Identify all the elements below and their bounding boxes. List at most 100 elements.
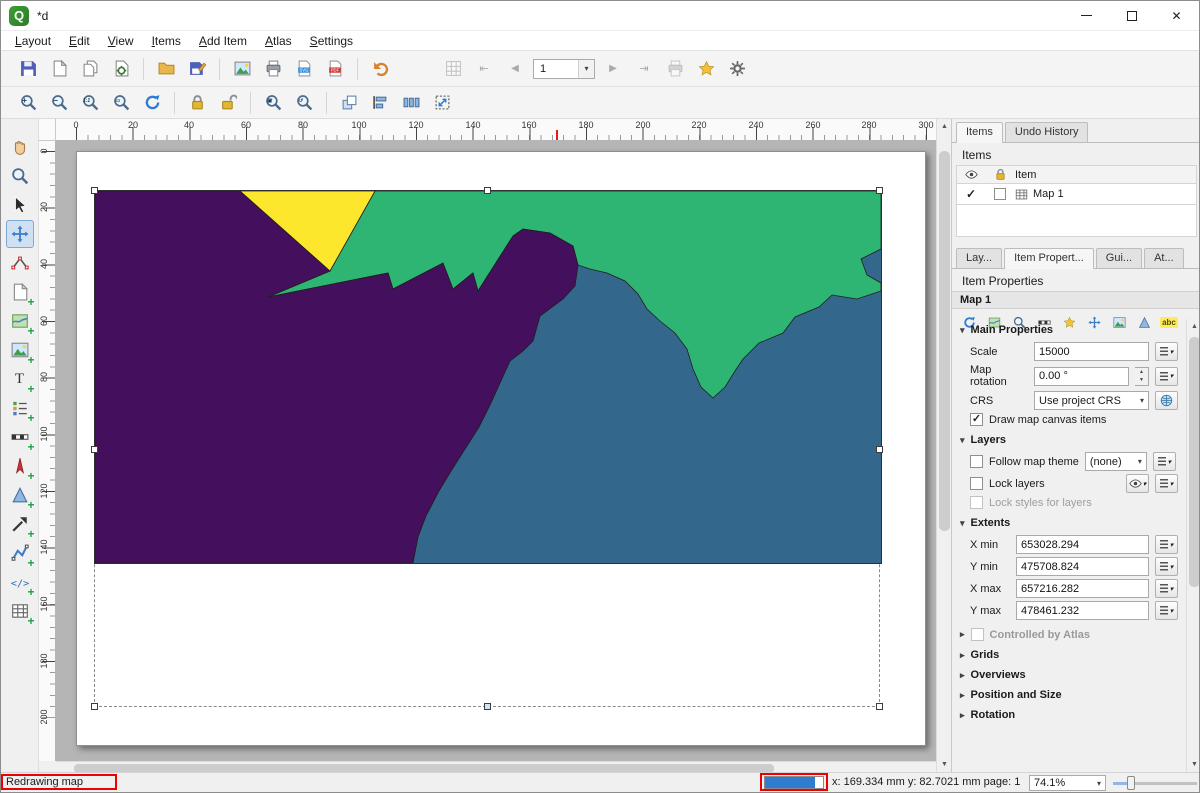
zoom-level-combobox[interactable]: 74.1% ▾ [1029,775,1106,791]
align-selected-items-icon[interactable] [367,90,393,116]
section-rotation[interactable]: ▸ Rotation [952,704,1186,724]
map-theme-select[interactable]: (none) ▾ [1085,452,1147,471]
lock-layers-checkbox[interactable] [970,477,983,490]
menu-add-item[interactable]: Add Item [191,32,255,50]
add-north-arrow-tool[interactable] [6,452,34,480]
zoom-last-icon[interactable]: ↺ [291,90,317,116]
scroll-thumb[interactable] [1189,337,1200,587]
add-map-tool[interactable] [6,307,34,335]
export-as-svg-icon[interactable] [291,56,317,82]
add-html-frame-tool[interactable] [6,568,34,596]
add-node-item-tool[interactable] [6,539,34,567]
lock-selected-items-icon[interactable] [184,90,210,116]
new-layout-icon[interactable] [46,56,72,82]
follow-map-theme-checkbox[interactable] [970,455,983,468]
canvas-vertical-scrollbar[interactable]: ▲ ▼ [936,119,951,772]
ymin-input[interactable] [1016,557,1149,576]
unlock-all-items-icon[interactable] [215,90,241,116]
print-layout-icon[interactable] [260,56,286,82]
lock-checkbox[interactable] [994,188,1006,200]
data-defined-override-button[interactable]: ▾ [1155,557,1178,576]
scale-input[interactable] [1034,342,1149,361]
section-controlled-by-atlas[interactable]: ▸ Controlled by Atlas [952,623,1186,644]
controlled-by-atlas-checkbox[interactable] [971,628,984,641]
last-feature-icon[interactable]: ⇥ [631,56,657,82]
add-scale-bar-tool[interactable] [6,423,34,451]
export-as-image-icon[interactable] [229,56,255,82]
map-item-label[interactable]: Map 1 [1033,188,1064,200]
scroll-down-icon[interactable]: ▼ [937,757,952,772]
locked-layers-eye-button[interactable]: ▾ [1126,474,1149,493]
scroll-up-icon[interactable]: ▲ [937,119,952,134]
scroll-down-icon[interactable]: ▼ [1187,757,1200,772]
zoom-slider-handle[interactable] [1127,776,1135,790]
draw-map-canvas-items-checkbox[interactable]: ✓ [970,413,983,426]
properties-scrollbar[interactable]: ▲ ▼ [1186,319,1200,772]
section-position-and-size[interactable]: ▸ Position and Size [952,684,1186,704]
tab-undo-history[interactable]: Undo History [1005,122,1089,142]
menu-edit[interactable]: Edit [61,32,98,50]
zoom-slider[interactable] [1113,782,1197,785]
add-shape-tool[interactable] [6,481,34,509]
chevron-down-icon[interactable]: ▾ [578,60,594,78]
menu-atlas[interactable]: Atlas [257,32,300,50]
layout-manager-icon[interactable] [108,56,134,82]
add-arrow-tool[interactable] [6,510,34,538]
next-feature-icon[interactable]: ▶ [600,56,626,82]
refresh-view-icon[interactable] [139,90,165,116]
section-overviews[interactable]: ▸ Overviews [952,664,1186,684]
scroll-up-icon[interactable]: ▲ [1187,319,1200,334]
resize-handle-s[interactable] [484,703,491,710]
zoom-full-icon[interactable]: ▭ [108,90,134,116]
resize-handle-ne[interactable] [876,187,883,194]
rotation-spinner[interactable]: ▲▼ [1135,367,1149,386]
add-page-tool[interactable] [6,278,34,306]
resize-handle-se[interactable] [876,703,883,710]
add-items-from-template-icon[interactable] [153,56,179,82]
data-defined-override-button[interactable]: ▾ [1153,452,1176,471]
save-project-icon[interactable] [15,56,41,82]
section-grids[interactable]: ▸ Grids [952,644,1186,664]
pan-layout-tool[interactable] [6,133,34,161]
resize-handle-nw[interactable] [91,187,98,194]
atlas-options-icon[interactable] [724,56,750,82]
raise-selected-items-icon[interactable] [336,90,362,116]
close-button[interactable]: ✕ [1154,1,1199,30]
data-defined-override-button[interactable]: ▾ [1155,474,1178,493]
atlas-page-spinner[interactable]: 1 ▾ [533,59,595,79]
tab-layers[interactable]: Lay... [956,248,1002,268]
resize-handle-e[interactable] [876,446,883,453]
tab-guides[interactable]: Gui... [1096,248,1142,268]
tab-items[interactable]: Items [956,122,1003,143]
scroll-thumb[interactable] [939,151,950,531]
previous-feature-icon[interactable]: ◀ [502,56,528,82]
layout-canvas[interactable] [56,141,936,761]
edit-nodes-item-tool[interactable] [6,249,34,277]
add-label-tool[interactable]: T [6,365,34,393]
maximize-button[interactable] [1109,1,1154,30]
data-defined-override-button[interactable]: ▾ [1155,579,1178,598]
section-extents[interactable]: ▾ Extents [952,512,1186,532]
resize-handle-sw[interactable] [91,703,98,710]
preview-atlas-icon[interactable] [440,56,466,82]
add-picture-tool[interactable] [6,336,34,364]
menu-layout[interactable]: Layout [7,32,59,50]
tab-atlas[interactable]: At... [1144,248,1184,268]
section-main-properties[interactable]: ▾ Main Properties [952,319,1186,339]
data-defined-override-button[interactable]: ▾ [1155,367,1178,386]
zoom-tool[interactable] [6,162,34,190]
resize-handle-n[interactable] [484,187,491,194]
data-defined-override-button[interactable]: ▾ [1155,342,1178,361]
xmin-input[interactable] [1016,535,1149,554]
data-defined-override-button[interactable]: ▾ [1155,535,1178,554]
add-legend-tool[interactable] [6,394,34,422]
crs-select[interactable]: Use project CRS ▾ [1034,391,1149,410]
undo-icon[interactable] [367,56,393,82]
first-feature-icon[interactable]: ⇤ [471,56,497,82]
zoom-actual-size-icon[interactable]: 1:1 [77,90,103,116]
items-table-row-map1[interactable]: ✓ Map 1 [956,184,1197,205]
zoom-out-icon[interactable]: − [46,90,72,116]
duplicate-layout-icon[interactable] [77,56,103,82]
menu-view[interactable]: View [100,32,142,50]
distribute-selected-items-icon[interactable] [398,90,424,116]
